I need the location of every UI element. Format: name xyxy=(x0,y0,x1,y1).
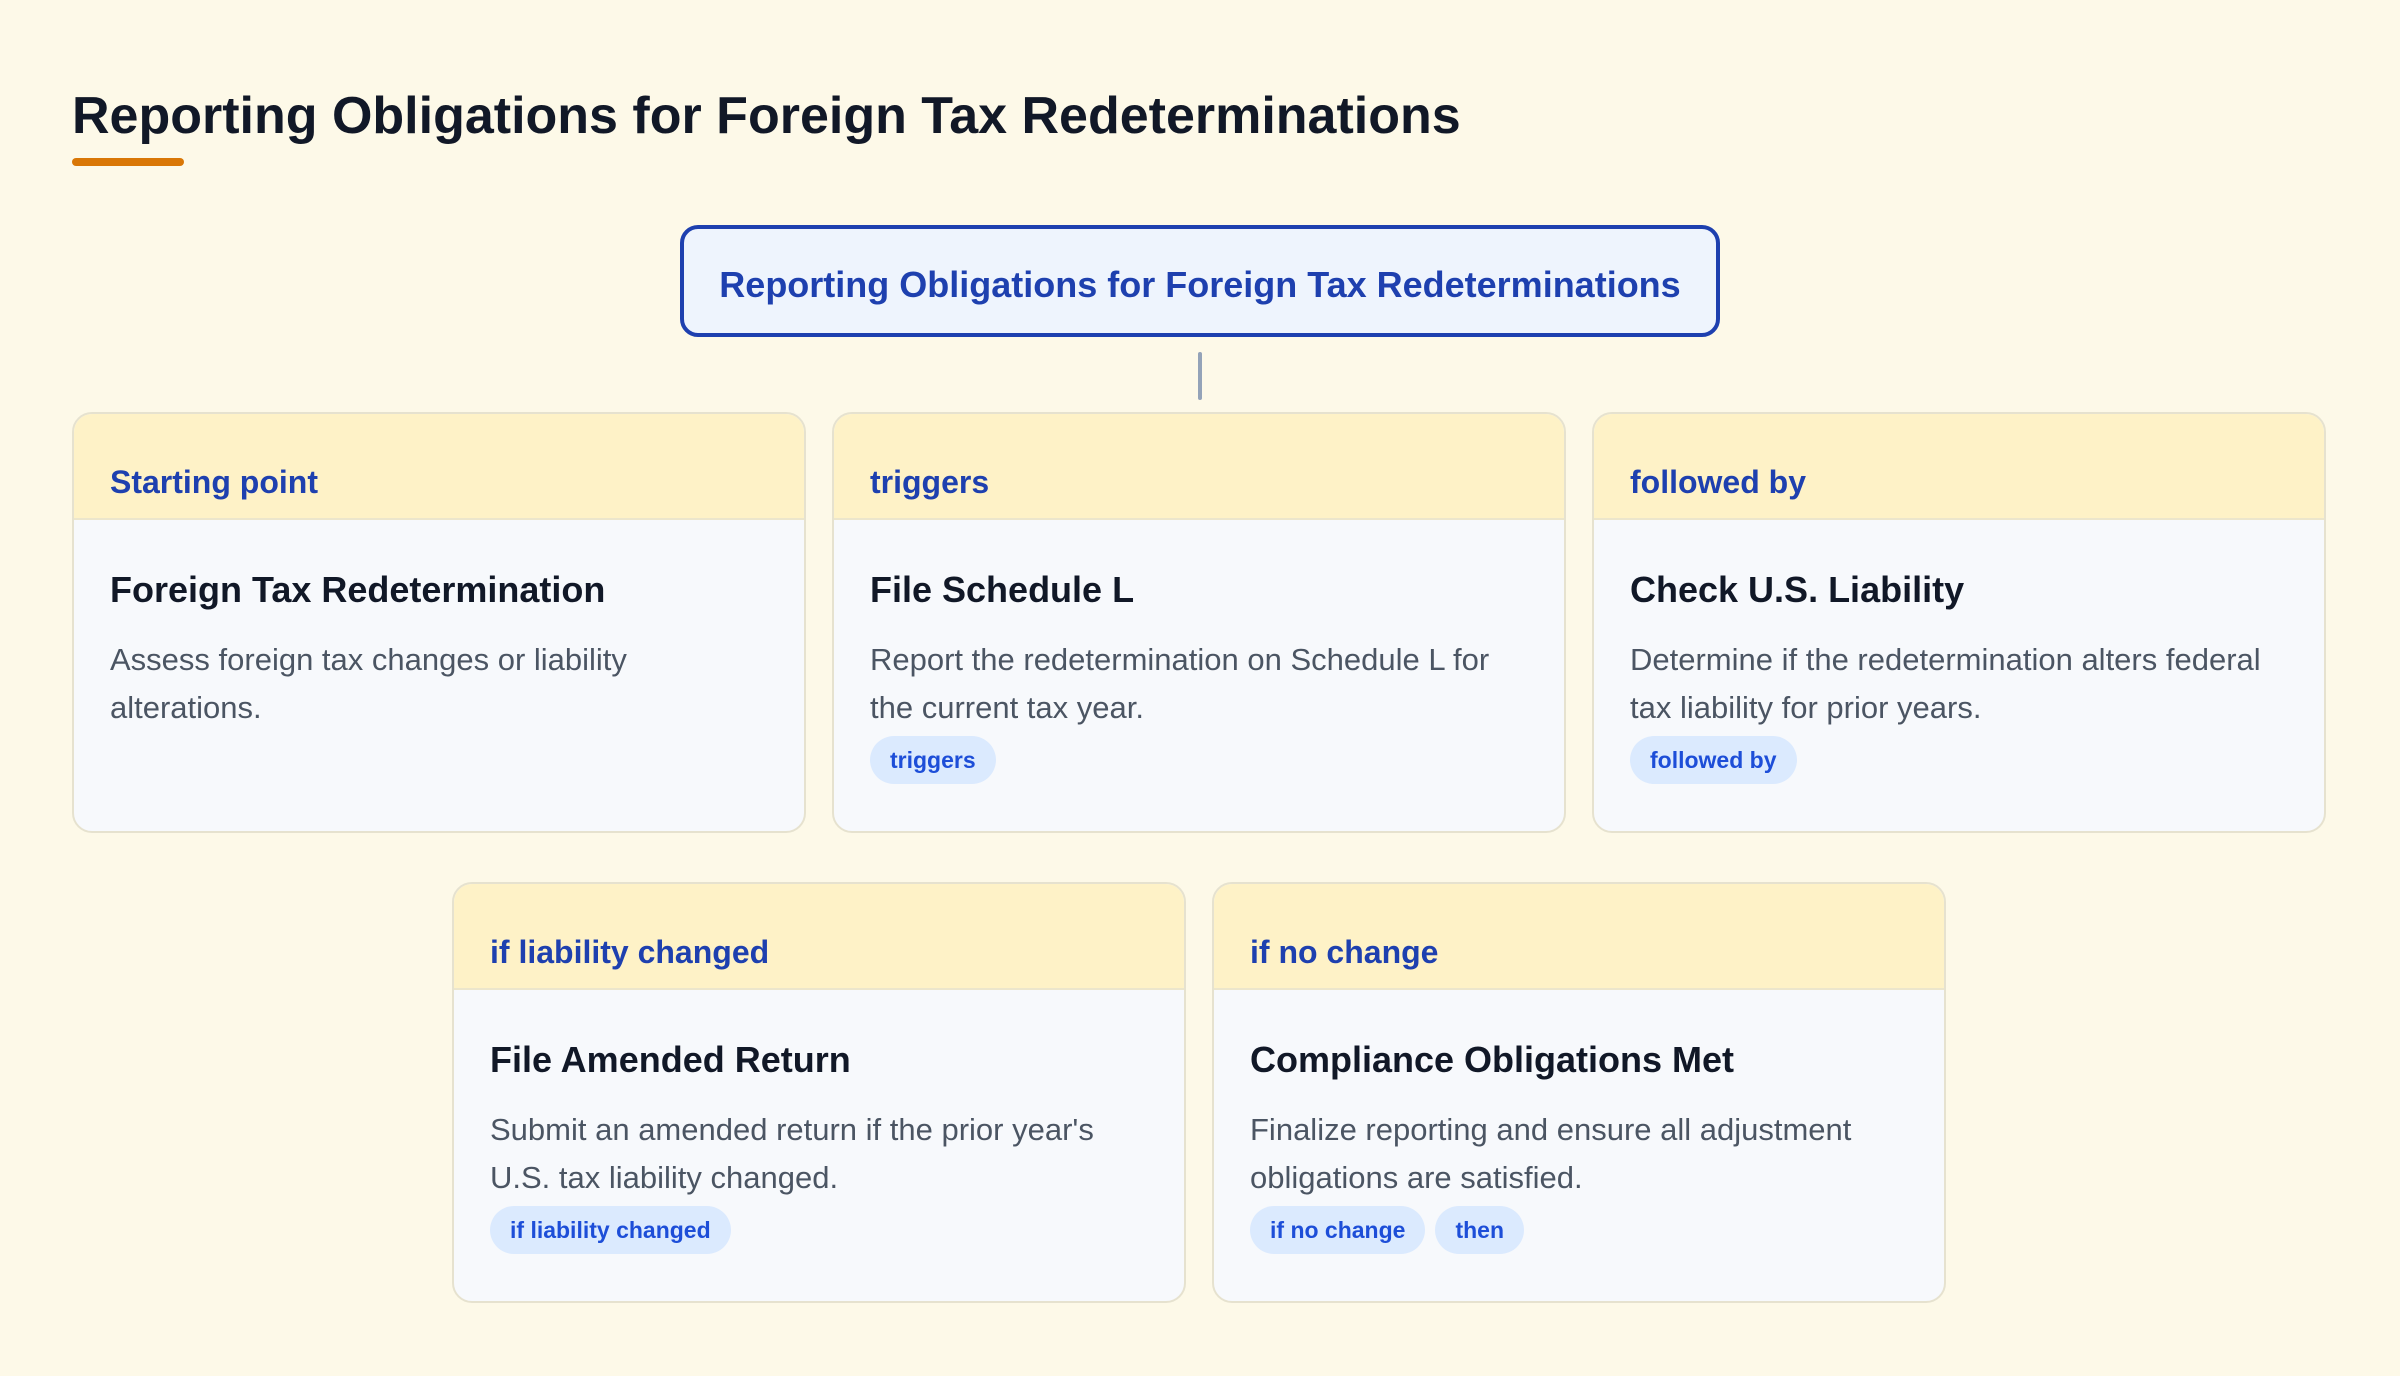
card-description: Determine if the redetermination alters … xyxy=(1630,642,2261,725)
card-body: Foreign Tax Redetermination Assess forei… xyxy=(74,520,804,732)
node-card-file-schedule-l[interactable]: triggers File Schedule L Report the rede… xyxy=(832,412,1566,833)
card-body: Check U.S. Liability Determine if the re… xyxy=(1594,520,2324,784)
card-description: Finalize reporting and ensure all adjust… xyxy=(1250,1112,1852,1195)
tag-list: if no change then xyxy=(1250,1206,1908,1254)
card-header: Starting point xyxy=(74,414,804,520)
root-node[interactable]: Reporting Obligations for Foreign Tax Re… xyxy=(680,225,1720,337)
card-header: if no change xyxy=(1214,884,1944,990)
card-header: if liability changed xyxy=(454,884,1184,990)
edge-tag: triggers xyxy=(870,736,996,784)
edge-tag: if no change xyxy=(1250,1206,1426,1254)
edge-tag: if liability changed xyxy=(490,1206,731,1254)
card-header-label: if liability changed xyxy=(490,934,770,970)
card-header-label: followed by xyxy=(1630,464,1806,500)
card-title: Check U.S. Liability xyxy=(1630,569,1965,610)
card-description: Submit an amended return if the prior ye… xyxy=(490,1112,1094,1195)
card-title: File Schedule L xyxy=(870,569,1135,610)
root-node-label: Reporting Obligations for Foreign Tax Re… xyxy=(719,264,1681,305)
root-connector xyxy=(1198,352,1202,400)
page-title: Reporting Obligations for Foreign Tax Re… xyxy=(72,87,1461,145)
node-card-check-us-liability[interactable]: followed by Check U.S. Liability Determi… xyxy=(1592,412,2326,833)
card-header-label: triggers xyxy=(870,464,990,500)
card-body: File Schedule L Report the redeterminati… xyxy=(834,520,1564,784)
card-title: File Amended Return xyxy=(490,1039,851,1080)
card-title: Foreign Tax Redetermination xyxy=(110,569,606,610)
node-card-file-amended-return[interactable]: if liability changed File Amended Return… xyxy=(452,882,1186,1303)
card-header-label: if no change xyxy=(1250,934,1439,970)
card-body: Compliance Obligations Met Finalize repo… xyxy=(1214,990,1944,1254)
edge-tag: followed by xyxy=(1630,736,1797,784)
tag-list: followed by xyxy=(1630,736,2288,784)
card-description: Assess foreign tax changes or liability … xyxy=(110,642,627,725)
tag-list: if liability changed xyxy=(490,1206,1148,1254)
edge-tag: then xyxy=(1435,1206,1525,1254)
node-card-compliance-obligations-met[interactable]: if no change Compliance Obligations Met … xyxy=(1212,882,1946,1303)
card-description: Report the redetermination on Schedule L… xyxy=(870,642,1490,725)
card-body: File Amended Return Submit an amended re… xyxy=(454,990,1184,1254)
card-header: followed by xyxy=(1594,414,2324,520)
title-underline xyxy=(72,158,184,166)
node-card-foreign-tax-redetermination[interactable]: Starting point Foreign Tax Redeterminati… xyxy=(72,412,806,833)
card-title: Compliance Obligations Met xyxy=(1250,1039,1735,1080)
tag-list: triggers xyxy=(870,736,1528,784)
card-header: triggers xyxy=(834,414,1564,520)
card-header-label: Starting point xyxy=(110,464,318,500)
